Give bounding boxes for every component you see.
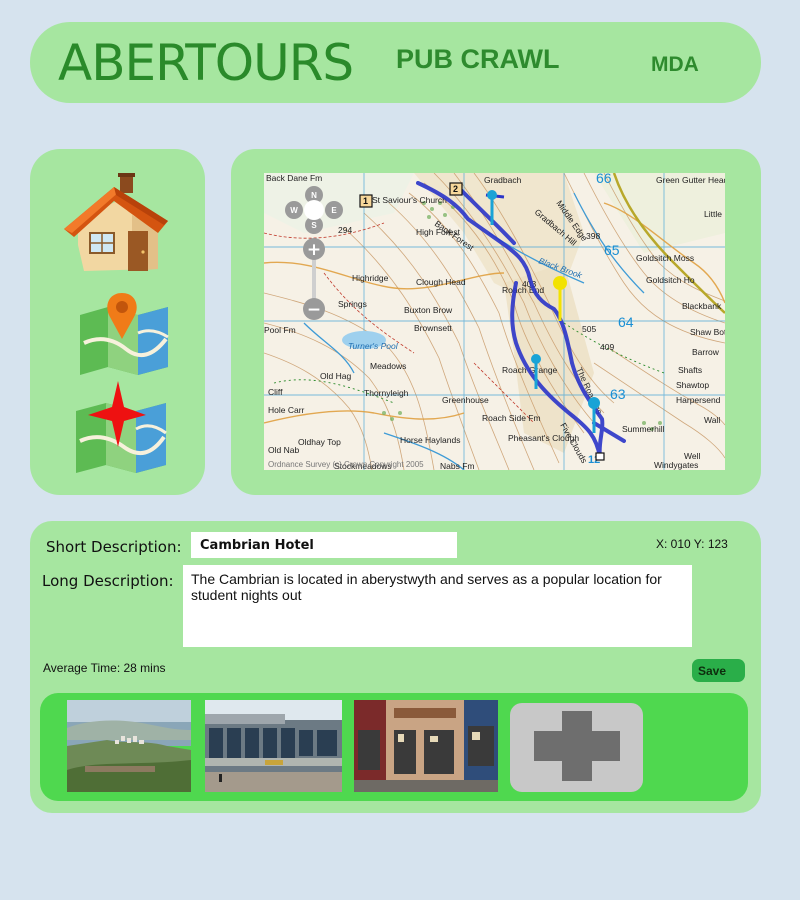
svg-text:Highridge: Highridge (352, 273, 389, 283)
svg-text:Pool Fm: Pool Fm (264, 325, 296, 335)
svg-text:409: 409 (600, 342, 614, 352)
svg-text:Greenhouse: Greenhouse (442, 395, 489, 405)
svg-text:W: W (290, 206, 298, 215)
svg-text:Buxton Brow: Buxton Brow (404, 305, 453, 315)
svg-text:Barrow: Barrow (692, 347, 720, 357)
app-title: ABERTOURS (58, 34, 354, 92)
route-map[interactable]: Back Dane Fm Gradbach Green Gutter Head … (264, 173, 725, 470)
svg-text:Shawtop: Shawtop (676, 380, 709, 390)
shopfront-street-photo[interactable] (354, 700, 498, 792)
svg-text:Meadows: Meadows (370, 361, 406, 371)
map-star-icon (76, 381, 167, 473)
svg-text:Oldhay Top: Oldhay Top (298, 437, 341, 447)
coordinates-readout: X: 010 Y: 123 (656, 537, 728, 551)
svg-text:Blackbank: Blackbank (682, 301, 722, 311)
photo-gallery (40, 693, 748, 801)
map-pin-icon (80, 293, 169, 375)
svg-text:Thornyleigh: Thornyleigh (364, 388, 409, 398)
page-subtitle: PUB CRAWL (396, 44, 560, 74)
svg-text:Little Hill: Little Hill (704, 209, 725, 219)
svg-text:Cliff: Cliff (268, 387, 283, 397)
average-time: Average Time: 28 mins (43, 661, 166, 675)
svg-text:High Forest: High Forest (416, 227, 461, 237)
arts-centre-photo[interactable] (205, 700, 342, 792)
svg-text:Wall: Wall (704, 415, 720, 425)
svg-text:Old Nab: Old Nab (268, 445, 299, 455)
svg-text:63: 63 (610, 386, 626, 402)
house-icon (64, 173, 168, 271)
short-description-input[interactable] (191, 532, 457, 558)
svg-text:S: S (311, 221, 317, 230)
header-tag: MDA (651, 53, 699, 76)
svg-text:Shaw Bottom: Shaw Bottom (690, 327, 725, 337)
svg-text:Windygates: Windygates (654, 460, 698, 470)
svg-text:Harpersend: Harpersend (676, 395, 721, 405)
svg-text:294: 294 (338, 225, 352, 235)
aberystwyth-coast-photo[interactable] (67, 700, 191, 792)
short-description-label: Short Description: (46, 538, 182, 556)
svg-text:Horse Haylands: Horse Haylands (400, 435, 460, 445)
plus-icon (534, 711, 620, 781)
svg-text:Green Gutter Head: Green Gutter Head (656, 175, 725, 185)
svg-text:Brownsett: Brownsett (414, 323, 452, 333)
svg-text:N: N (311, 191, 317, 200)
svg-text:398: 398 (586, 231, 600, 241)
svg-text:66: 66 (596, 173, 612, 186)
add-photo-button[interactable] (510, 703, 643, 792)
svg-text:Goldsitch Moss: Goldsitch Moss (636, 253, 694, 263)
long-description-input[interactable]: The Cambrian is located in aberystwyth a… (183, 565, 692, 647)
svg-text:Hole Carr: Hole Carr (268, 405, 305, 415)
svg-text:E: E (331, 206, 337, 215)
map-label: Gradbach (484, 175, 522, 185)
svg-text:+: + (307, 240, 321, 260)
svg-text:Back Dane Fm: Back Dane Fm (266, 173, 322, 183)
svg-text:Roach Side Fm: Roach Side Fm (482, 413, 541, 423)
details-panel: Short Description: X: 010 Y: 123 Long De… (30, 521, 761, 813)
side-navigation (30, 149, 205, 495)
svg-text:Nabs Fm: Nabs Fm (440, 461, 474, 470)
svg-text:−: − (307, 300, 321, 320)
map-copyright: Ordnance Survey (c) Crown Copyright 2005 (268, 460, 424, 469)
svg-text:Goldsitch Ho: Goldsitch Ho (646, 275, 695, 285)
home-button[interactable] (64, 173, 170, 275)
svg-text:Shafts: Shafts (678, 365, 702, 375)
svg-text:65: 65 (604, 242, 620, 258)
header-bar: ABERTOURS PUB CRAWL MDA (30, 22, 761, 103)
svg-text:Turner's Pool: Turner's Pool (348, 341, 399, 351)
svg-text:64: 64 (618, 314, 634, 330)
svg-text:Pheasant's Clough: Pheasant's Clough (508, 433, 579, 443)
svg-text:St Saviour's Church: St Saviour's Church (372, 195, 447, 205)
map-panel: Back Dane Fm Gradbach Green Gutter Head … (231, 149, 761, 495)
svg-text:Springs: Springs (338, 299, 367, 309)
svg-text:Clough Head: Clough Head (416, 277, 466, 287)
save-button[interactable]: Save (692, 659, 745, 682)
map-pin-button[interactable] (76, 293, 172, 377)
svg-text:1: 1 (363, 196, 368, 206)
svg-text:Old Hag: Old Hag (320, 371, 351, 381)
map-star-button[interactable] (72, 381, 170, 475)
svg-text:2: 2 (453, 184, 458, 194)
svg-text:Summerhill: Summerhill (622, 424, 665, 434)
long-description-label: Long Description: (42, 572, 174, 590)
svg-text:505: 505 (582, 324, 596, 334)
